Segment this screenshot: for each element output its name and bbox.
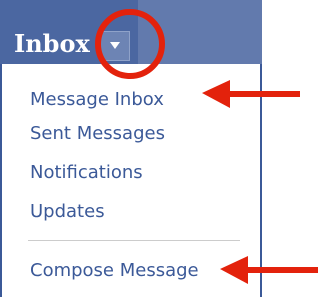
dropdown-toggle-button[interactable] — [100, 31, 130, 61]
menu-divider — [28, 240, 240, 241]
menu-item-updates[interactable]: Updates — [30, 203, 105, 221]
header-bar-extension — [138, 0, 262, 64]
menu-item-compose-message[interactable]: Compose Message — [30, 262, 199, 280]
triangle-down-icon — [110, 42, 120, 49]
inbox-title: Inbox — [14, 29, 90, 58]
menu-header-bar: Inbox — [0, 0, 262, 64]
inbox-tab[interactable]: Inbox — [0, 0, 138, 64]
menu-item-sent-messages[interactable]: Sent Messages — [30, 125, 165, 143]
menu-item-message-inbox[interactable]: Message Inbox — [30, 91, 164, 109]
menu-item-notifications[interactable]: Notifications — [30, 164, 143, 182]
